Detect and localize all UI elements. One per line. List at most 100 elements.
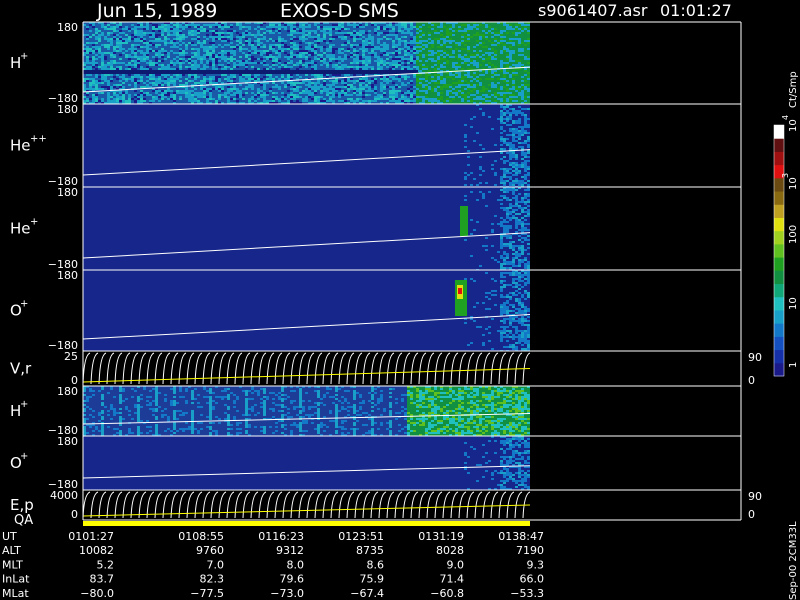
spectrogram-cell: [209, 42, 212, 44]
spectrogram-cell: [527, 86, 530, 88]
spectrogram-cell: [398, 58, 401, 60]
spectrogram-cell: [389, 34, 392, 36]
spectrogram-cell: [359, 98, 362, 100]
spectrogram-cell: [521, 158, 524, 160]
spectrogram-cell: [434, 38, 437, 40]
spectrogram-cell: [329, 32, 332, 34]
spectrogram-cell: [374, 82, 377, 84]
spectrogram-cell: [524, 201, 527, 203]
spectrogram-cell: [452, 34, 455, 36]
spectrogram-cell: [164, 28, 167, 30]
spectrogram-cell: [500, 88, 503, 90]
spectrogram-cell: [194, 38, 197, 40]
spectrogram-cell: [497, 98, 500, 100]
spectrogram-cell: [455, 30, 458, 32]
spectrogram-cell: [290, 28, 293, 30]
spectrogram-cell: [428, 38, 431, 40]
spectrogram-cell: [314, 76, 317, 78]
spectrogram-cell: [527, 94, 530, 96]
spectrogram-cell: [443, 26, 446, 28]
spectrogram-cell: [491, 231, 494, 233]
spectrogram-cell: [515, 96, 518, 98]
spectrogram-cell: [413, 60, 416, 62]
spectrogram-cell: [440, 98, 443, 100]
spectrogram-cell: [377, 68, 380, 70]
spectrogram-cell: [479, 108, 482, 110]
spectrogram-cell: [473, 78, 476, 80]
spectrogram-cell: [92, 78, 95, 80]
spectrogram-cell: [167, 30, 170, 32]
spectrogram-cell: [311, 74, 314, 76]
spectrogram-cell: [446, 64, 449, 66]
spectrogram-cell: [470, 94, 473, 96]
spectrogram-cell: [440, 46, 443, 48]
spectrogram-cell: [476, 100, 479, 102]
spectrogram-cell: [425, 46, 428, 48]
spectrogram-cell: [254, 58, 257, 60]
spectrogram-cell: [515, 58, 518, 60]
spectrogram-cell: [428, 34, 431, 36]
spectrogram-cell: [431, 54, 434, 56]
spectrogram-cell: [98, 66, 101, 68]
spectrogram-cell: [410, 86, 413, 88]
spectrogram-cell: [503, 170, 506, 172]
spectrogram-cell: [512, 134, 515, 136]
spectrogram-cell: [251, 48, 254, 50]
spectrogram-cell: [524, 90, 527, 92]
spectrogram-cell: [419, 86, 422, 88]
spectrogram-cell: [332, 50, 335, 52]
spectrogram-cell: [299, 52, 302, 54]
spectrogram-cell: [275, 56, 278, 58]
spectrogram-cell: [353, 36, 356, 38]
spectrogram-cell: [503, 80, 506, 82]
spectrogram-cell: [92, 96, 95, 98]
spectrogram-cell: [416, 30, 419, 32]
spectrogram-cell: [155, 62, 158, 64]
spectrogram-cell: [521, 249, 524, 251]
spectrogram-cell: [272, 92, 275, 94]
spectrogram-cell: [320, 76, 323, 78]
spectrogram-cell: [500, 282, 503, 284]
spectrogram-cell: [146, 68, 149, 70]
spectrogram-cell: [464, 195, 467, 197]
spectrogram-cell: [410, 28, 413, 30]
spectrogram-cell: [395, 32, 398, 34]
spectrogram-cell: [362, 78, 365, 80]
spectrogram-cell: [416, 34, 419, 36]
spectrogram-cell: [494, 84, 497, 86]
spectrogram-cell: [341, 90, 344, 92]
spectrogram-cell: [425, 38, 428, 40]
spectrogram-cell: [491, 64, 494, 66]
spectrogram-cell: [377, 56, 380, 58]
spectrogram-cell: [338, 68, 341, 70]
spectrogram-cell: [146, 24, 149, 26]
spectrogram-cell: [455, 60, 458, 62]
spectrogram-cell: [371, 48, 374, 50]
spectrogram-cell: [371, 80, 374, 82]
spectrogram-cell: [524, 130, 527, 132]
spectrogram-cell: [509, 88, 512, 90]
spectrogram-cell: [341, 24, 344, 26]
spectrogram-cell: [323, 40, 326, 42]
spectrogram-cell: [287, 94, 290, 96]
spectrogram-cell: [347, 78, 350, 80]
spectrogram-cell: [329, 80, 332, 82]
spectrogram-cell: [128, 38, 131, 40]
spectrogram-cell: [242, 80, 245, 82]
spectrogram-cell: [431, 44, 434, 46]
spectrogram-cell: [425, 34, 428, 36]
spectrogram-cell: [521, 70, 524, 72]
spectrogram-cell: [302, 80, 305, 82]
spectrogram-cell: [473, 42, 476, 44]
spectrogram-cell: [353, 32, 356, 34]
spectrogram-cell: [335, 48, 338, 50]
spectrogram-cell: [134, 40, 137, 42]
spectrogram-cell: [272, 64, 275, 66]
spectrogram-cell: [368, 100, 371, 102]
spectrogram-cell: [503, 320, 506, 322]
spectrogram-cell: [395, 100, 398, 102]
spectrogram-cell: [425, 54, 428, 56]
spectrogram-cell: [491, 278, 494, 280]
spectrogram-cell: [218, 32, 221, 34]
spectrogram-cell: [362, 32, 365, 34]
